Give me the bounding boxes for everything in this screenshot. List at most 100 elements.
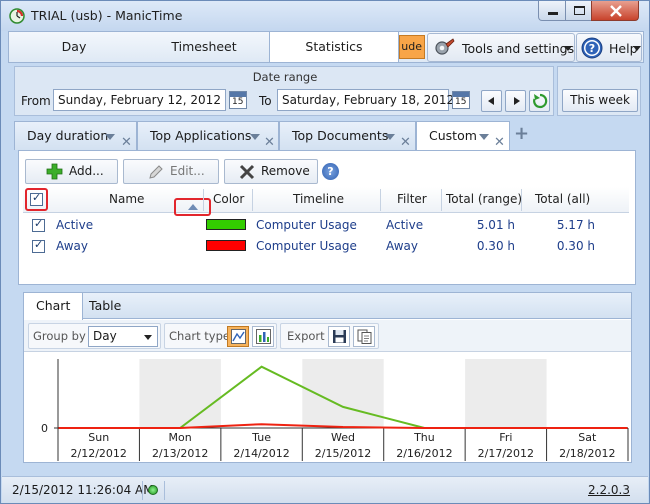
tab-timesheet-label: Timesheet <box>171 39 237 54</box>
export-label: Export <box>287 329 325 343</box>
x-tick-label-date: 2/12/2012 <box>71 447 127 460</box>
header-filter[interactable]: Filter <box>397 192 427 206</box>
tab-top-applications-label: Top Applications <box>150 128 252 143</box>
calendar-day-label: 15 <box>455 97 467 107</box>
chart-column-band <box>139 359 221 428</box>
row-name: Away <box>56 239 88 253</box>
custom-report-panel: Add... Edit... Remove ? ✓ Name Color Tim… <box>18 150 636 285</box>
edit-button[interactable]: Edit... <box>123 159 219 184</box>
x-tick-label-day: Fri <box>499 431 512 444</box>
from-date-field[interactable]: Sunday, February 12, 2012 <box>53 89 226 111</box>
tab-custom-label: Custom <box>429 128 477 143</box>
previous-range-button[interactable] <box>481 90 502 112</box>
help-icon[interactable]: ? <box>322 163 339 180</box>
row-total-all: 5.17 h <box>556 218 595 232</box>
maximize-icon <box>574 6 585 15</box>
tools-icon <box>435 38 455 55</box>
tab-top-applications[interactable]: Top Applications ✕ <box>137 121 279 150</box>
row-name: Active <box>56 218 94 232</box>
arrow-left-icon <box>488 97 494 105</box>
dropdown-icon[interactable] <box>385 134 395 140</box>
title-bar: TRIAL (usb) - ManicTime <box>1 1 649 31</box>
row-color-swatch[interactable] <box>206 240 246 251</box>
tab-statistics-label: Statistics <box>305 39 363 54</box>
save-export-button[interactable] <box>328 326 350 347</box>
chevron-down-icon <box>144 335 152 340</box>
header-timeline[interactable]: Timeline <box>293 192 344 206</box>
sort-ascending-icon[interactable] <box>188 204 198 210</box>
bar-chart-icon <box>256 329 271 344</box>
close-button[interactable] <box>591 1 639 21</box>
this-week-button[interactable]: This week <box>562 89 638 112</box>
tab-statistics[interactable]: Statistics <box>269 32 399 62</box>
grid-header: ✓ Name Color Timeline Filter Total (rang… <box>23 187 629 216</box>
calendar-day-label: 15 <box>232 97 244 107</box>
refresh-button[interactable] <box>529 90 550 112</box>
row-timeline: Computer Usage <box>256 239 357 253</box>
bar-chart-button[interactable] <box>252 326 274 347</box>
app-window: TRIAL (usb) - ManicTime Day Timesheet St… <box>0 0 650 504</box>
chevron-down-icon <box>564 46 572 51</box>
from-calendar-icon[interactable]: 15 <box>229 91 247 109</box>
tab-timesheet[interactable]: Timesheet <box>139 32 269 62</box>
close-icon <box>610 5 622 17</box>
row-color-swatch[interactable] <box>206 219 246 230</box>
tab-top-documents-label: Top Documents <box>292 128 389 143</box>
table-row[interactable]: ✓ Away Computer Usage Away 0.30 h 0.30 h <box>23 236 629 257</box>
header-total-all[interactable]: Total (all) <box>535 192 590 206</box>
header-color[interactable]: Color <box>213 192 244 206</box>
row-total-range: 0.30 h <box>476 239 515 253</box>
version-link[interactable]: 2.2.0.3 <box>588 483 630 497</box>
tab-chart[interactable]: Chart <box>24 293 84 320</box>
group-by-label: Group by <box>33 329 86 343</box>
x-tick-label-date: 2/16/2012 <box>396 447 452 460</box>
add-label: Add... <box>69 164 104 178</box>
row-checkbox[interactable]: ✓ <box>32 238 45 253</box>
next-range-button[interactable] <box>505 90 526 112</box>
help-button[interactable]: ? Help <box>576 33 642 62</box>
minimize-button[interactable] <box>538 1 566 21</box>
group-by-value: Day <box>93 329 117 343</box>
row-filter: Away <box>386 239 418 253</box>
tab-custom[interactable]: Custom ✕ <box>416 121 510 150</box>
status-datetime: 2/15/2012 11:26:04 AM <box>12 483 154 497</box>
dropdown-icon[interactable] <box>479 134 489 140</box>
table-row[interactable]: ✓ Active Computer Usage Active 5.01 h 5.… <box>23 215 629 236</box>
x-tick-label-date: 2/14/2012 <box>233 447 289 460</box>
tab-day[interactable]: Day <box>9 32 139 62</box>
tab-day-duration-label: Day duration <box>27 128 109 143</box>
y-tick-label: 0 <box>41 422 48 435</box>
remove-label: Remove <box>261 164 310 178</box>
row-checkbox[interactable]: ✓ <box>32 217 45 232</box>
add-button[interactable]: Add... <box>25 159 118 184</box>
row-total-all: 0.30 h <box>556 239 595 253</box>
copy-export-button[interactable] <box>353 326 375 347</box>
header-name[interactable]: Name <box>109 192 144 206</box>
save-icon <box>333 330 346 343</box>
add-tab-icon[interactable]: + <box>514 125 529 143</box>
maximize-button[interactable] <box>565 1 592 21</box>
tools-and-settings-button[interactable]: Tools and settings <box>427 33 575 62</box>
arrow-right-icon <box>514 97 520 105</box>
dropdown-icon[interactable] <box>250 134 260 140</box>
x-tick-label-day: Sat <box>578 431 597 444</box>
remove-button[interactable]: Remove <box>224 159 318 184</box>
dropdown-icon[interactable] <box>105 134 115 140</box>
tab-day-duration[interactable]: Day duration ✕ <box>14 121 137 150</box>
tab-table[interactable]: Table <box>77 293 133 319</box>
line-chart-icon <box>231 329 246 344</box>
to-calendar-icon[interactable]: 15 <box>452 91 470 109</box>
group-by-group: Group by Day <box>28 323 161 349</box>
group-by-select[interactable]: Day <box>88 326 158 347</box>
x-tick-label-date: 2/18/2012 <box>559 447 615 460</box>
line-chart-button[interactable] <box>227 326 249 347</box>
highlight-box <box>25 188 48 211</box>
window-title: TRIAL (usb) - ManicTime <box>31 8 183 23</box>
mode-badge[interactable]: ude <box>399 35 425 59</box>
tab-day-label: Day <box>61 39 87 54</box>
header-total-range[interactable]: Total (range) <box>446 192 522 206</box>
to-date-field[interactable]: Saturday, February 18, 2012 <box>277 89 454 111</box>
remove-icon <box>239 164 255 180</box>
date-range-title: Date range <box>252 70 318 84</box>
tab-top-documents[interactable]: Top Documents ✕ <box>279 121 416 150</box>
